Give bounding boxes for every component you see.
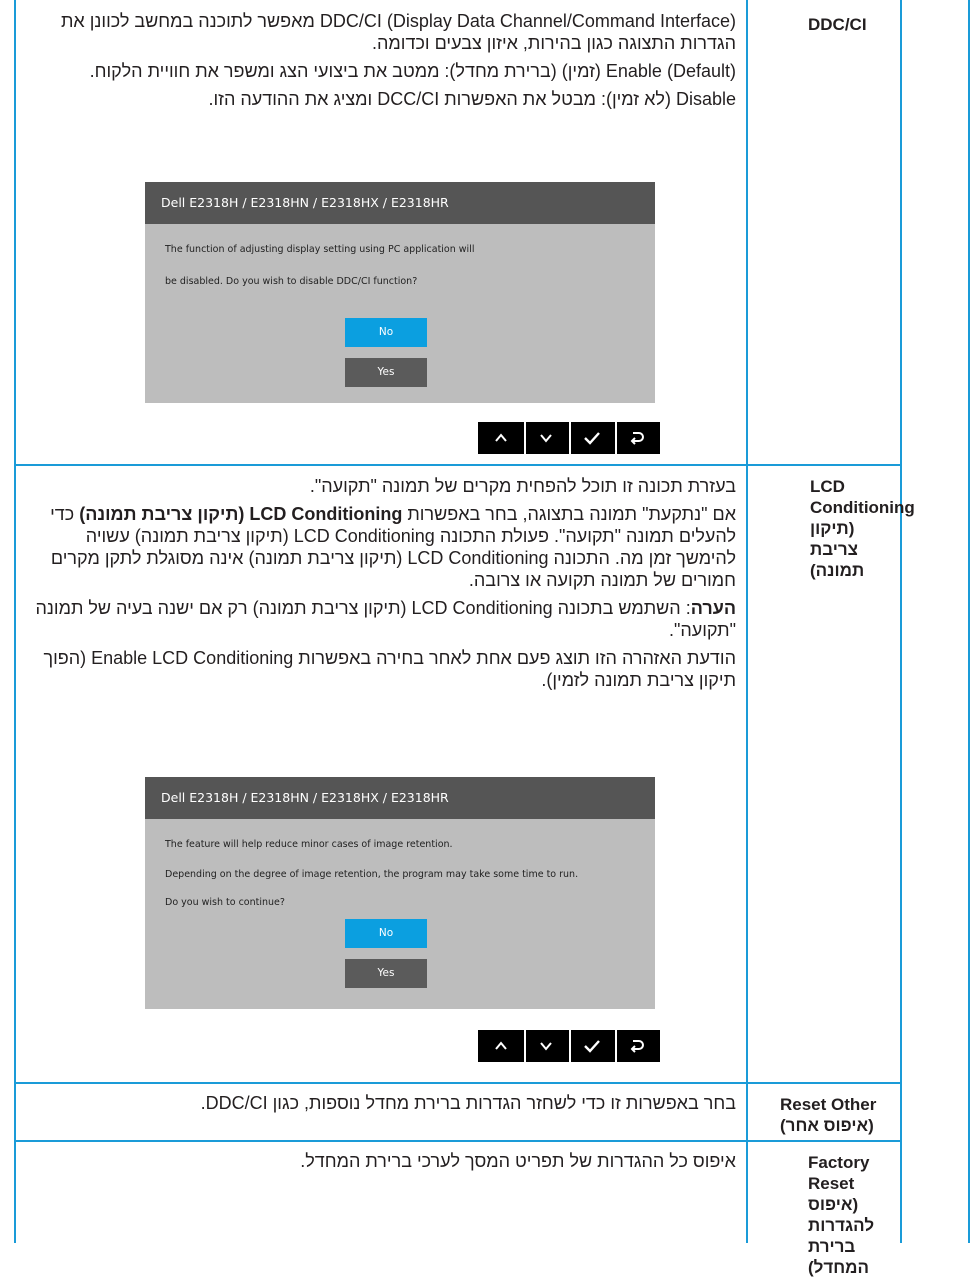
row-heading-reset-other: Reset Other (איפוס אחר) <box>780 1094 896 1136</box>
nav-back-button[interactable] <box>614 1030 658 1062</box>
osd-message-line: Depending on the degree of image retenti… <box>165 869 579 880</box>
osd-yes-button[interactable]: Yes <box>345 959 427 988</box>
chevron-down-icon <box>540 1042 553 1051</box>
note-paragraph: הערה: השתמש בתכונה LCD Conditioning (תיק… <box>24 597 736 641</box>
chevron-up-icon <box>494 433 507 442</box>
row-heading-he: (איפוס להגדרות ברירת המחדל) <box>808 1195 875 1277</box>
osd-dialog-lcd-conditioning: Dell E2318H / E2318HN / E2318HX / E2318H… <box>145 777 655 1009</box>
text: אם "נתקעת" תמונה בתצוגה, בחר באפשרות <box>402 504 736 524</box>
nav-up-button[interactable] <box>480 1030 522 1062</box>
row-heading-ddcci: DDC/CI <box>808 14 896 35</box>
table-divider-heading <box>900 0 902 1243</box>
osd-navigation-bar <box>478 422 660 454</box>
osd-no-button[interactable]: No <box>345 318 427 347</box>
nav-down-button[interactable] <box>523 422 567 454</box>
table-row-divider <box>14 1082 902 1084</box>
paragraph: איפוס כל ההגדרות של תפריט המסך לערכי ברי… <box>300 1151 736 1171</box>
row-heading-he: (תיקון צריבת תמונה) <box>810 519 865 580</box>
osd-title: Dell E2318H / E2318HN / E2318HX / E2318H… <box>145 777 655 819</box>
paragraph: Disable (לא זמין): מבטל את האפשרות DCC/C… <box>208 89 736 109</box>
osd-message-line: Do you wish to continue? <box>165 897 285 908</box>
paragraph: (Default) Enable (זמין) (ברירת מחדל): ממ… <box>89 61 736 81</box>
back-icon <box>630 432 645 445</box>
bold-text: LCD Conditioning (תיקון צריבת תמונה) <box>79 504 403 524</box>
osd-message-line: The function of adjusting display settin… <box>165 244 475 255</box>
note-text: : השתמש בתכונה LCD Conditioning (תיקון צ… <box>35 598 736 640</box>
table-divider-content <box>746 0 748 1243</box>
row-heading-factory-reset: Factory Reset (איפוס להגדרות ברירת המחדל… <box>808 1152 896 1278</box>
row-heading-he: (איפוס אחר) <box>780 1116 874 1135</box>
nav-down-button[interactable] <box>523 1030 567 1062</box>
row-heading-en: Factory Reset <box>808 1153 870 1193</box>
osd-title: Dell E2318H / E2318HN / E2318HX / E2318H… <box>145 182 655 224</box>
osd-dialog-ddcci: Dell E2318H / E2318HN / E2318HX / E2318H… <box>145 182 655 403</box>
osd-message-line: The feature will help reduce minor cases… <box>165 839 453 850</box>
paragraph: אם "נתקעת" תמונה בתצוגה, בחר באפשרות LCD… <box>24 503 736 591</box>
chevron-down-icon <box>540 434 553 443</box>
note-label: הערה <box>690 598 736 618</box>
nav-up-button[interactable] <box>480 422 522 454</box>
osd-message-line: be disabled. Do you wish to disable DDC/… <box>165 276 418 287</box>
paragraph: בעזרת תכונה זו תוכל להפחית מקרים של תמונ… <box>309 476 736 496</box>
table-row-divider <box>14 1140 902 1142</box>
row-heading-en: DDC/CI <box>808 15 867 34</box>
row-heading-en: Reset Other <box>780 1095 877 1114</box>
row-description-reset-other: בחר באפשרות זו כדי לשחזר הגדרות ברירת מח… <box>24 1092 736 1120</box>
check-icon <box>583 432 600 445</box>
spec-table: DDC/CI (Display Data Channel/Command Int… <box>0 0 970 1277</box>
osd-navigation-bar <box>478 1030 660 1062</box>
nav-confirm-button[interactable] <box>569 1030 613 1062</box>
row-description-ddcci: (Display Data Channel/Command Interface)… <box>24 10 736 116</box>
osd-no-button[interactable]: No <box>345 919 427 948</box>
back-icon <box>630 1040 645 1053</box>
nav-confirm-button[interactable] <box>569 422 613 454</box>
table-row-divider <box>14 464 902 466</box>
row-description-lcd-conditioning: בעזרת תכונה זו תוכל להפחית מקרים של תמונ… <box>24 475 736 697</box>
osd-yes-button[interactable]: Yes <box>345 358 427 387</box>
nav-back-button[interactable] <box>614 422 658 454</box>
check-icon <box>583 1040 600 1053</box>
table-border-left <box>14 0 16 1243</box>
paragraph: בחר באפשרות זו כדי לשחזר הגדרות ברירת מח… <box>200 1093 736 1113</box>
chevron-up-icon <box>494 1041 507 1050</box>
row-heading-lcd-conditioning: LCD Conditioning (תיקון צריבת תמונה) <box>810 476 915 581</box>
paragraph: הודעת האזהרה הזו תוצג פעם אחת לאחר בחירה… <box>43 648 736 690</box>
paragraph: (Display Data Channel/Command Interface)… <box>60 11 736 53</box>
row-description-factory-reset: איפוס כל ההגדרות של תפריט המסך לערכי ברי… <box>24 1150 736 1178</box>
